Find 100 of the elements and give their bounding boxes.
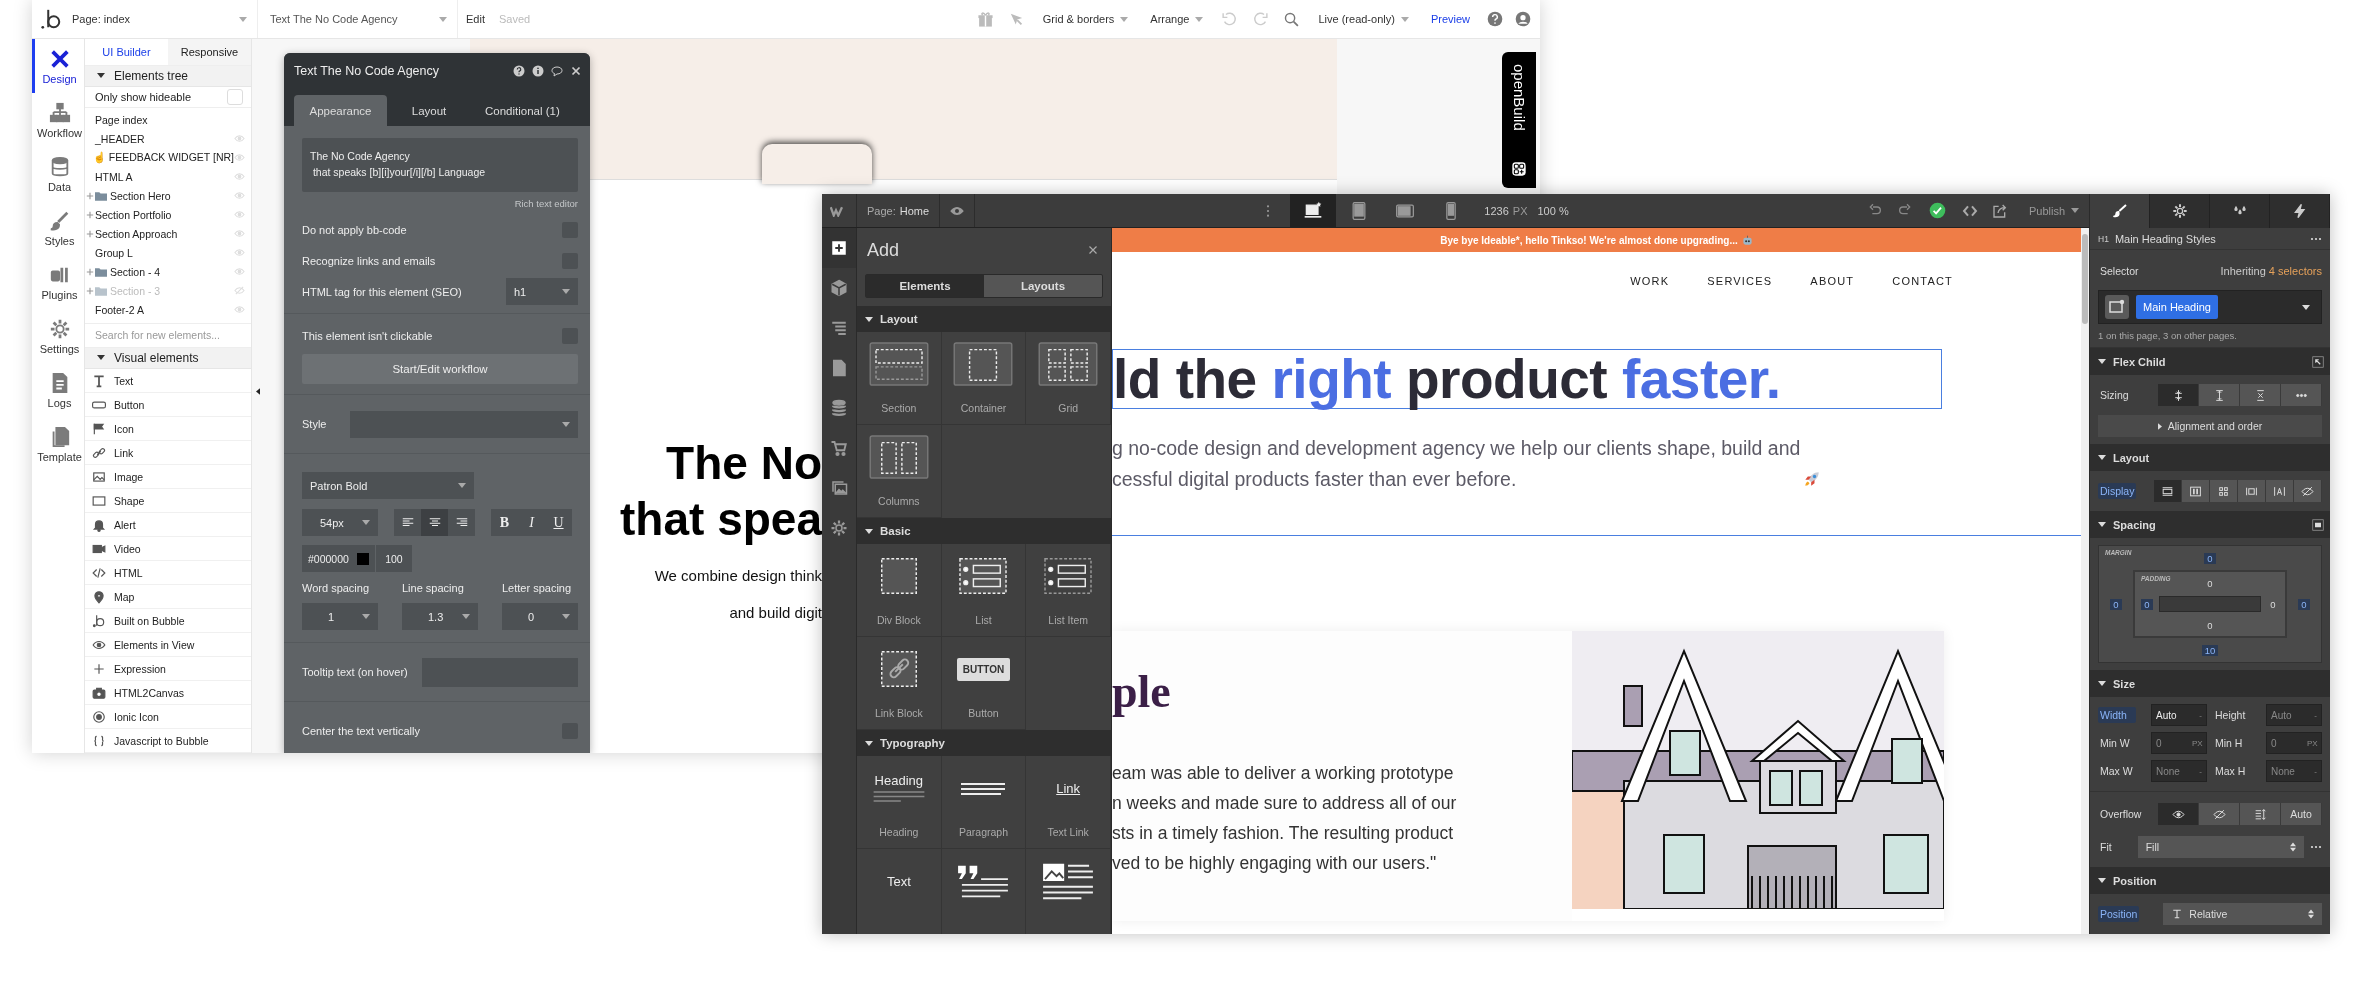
nav-link[interactable]: WORK	[1630, 275, 1670, 287]
element-list-item[interactable]: Expression	[85, 657, 251, 681]
element-tile[interactable]: Section	[857, 332, 942, 425]
section-header[interactable]: Visual elements	[85, 347, 251, 369]
size-field[interactable]: 0 PX	[2151, 732, 2207, 754]
element-tile[interactable]: Heading Heading	[857, 756, 942, 849]
workflow-button[interactable]: Start/Edit workflow	[302, 354, 578, 384]
plugin-badge[interactable]: openBuild	[1502, 52, 1536, 188]
padding-value[interactable]: 0	[2204, 577, 2216, 589]
size-field[interactable]: None -	[2266, 760, 2322, 782]
spacing-dropdown[interactable]: 1	[302, 603, 378, 630]
element-tile[interactable]: Div Block	[857, 544, 942, 637]
element-list-item[interactable]: Elements in View	[85, 633, 251, 657]
breakpoint-button[interactable]	[1290, 194, 1337, 227]
mode-dropdown[interactable]: Live (read-only)	[1310, 0, 1417, 38]
element-list-item[interactable]: Alert	[85, 513, 251, 537]
size-field[interactable]: Auto -	[2266, 704, 2322, 726]
element-tile[interactable]: BUTTON Button	[941, 637, 1027, 730]
element-tile[interactable]: Grid	[1026, 332, 1111, 425]
section-header[interactable]: Position	[2090, 867, 2330, 894]
padding-value[interactable]: 0	[2204, 619, 2216, 631]
sidebar-item[interactable]: Logs	[32, 363, 84, 417]
fit-dropdown[interactable]: Fill	[2137, 836, 2304, 858]
margin-value[interactable]: 0	[2204, 552, 2216, 564]
element-tile[interactable]: List	[941, 544, 1027, 637]
page-dropdown[interactable]: Page: index	[68, 0, 258, 38]
group-header[interactable]: Basic	[857, 518, 1111, 544]
element-tile[interactable]: Paragraph	[941, 756, 1027, 849]
tree-item[interactable]: Section Hero	[85, 186, 251, 206]
expand-icon[interactable]	[86, 191, 94, 200]
caret-down-icon[interactable]	[2302, 304, 2310, 310]
sidebar-item[interactable]: Data	[32, 147, 84, 201]
sidebar-item[interactable]: Settings	[32, 309, 84, 363]
tree-item[interactable]: Section Approach	[85, 224, 251, 244]
element-list-item[interactable]: HTML	[85, 561, 251, 585]
padding-value[interactable]: 0	[2267, 598, 2279, 610]
scrollbar-thumb[interactable]	[2082, 234, 2088, 324]
editor-tab[interactable]: Conditional (1)	[471, 95, 574, 126]
margin-value[interactable]: 10	[2201, 644, 2219, 656]
nav-link[interactable]: SERVICES	[1707, 275, 1773, 287]
checkbox[interactable]	[227, 89, 243, 106]
user-avatar-icon[interactable]	[1515, 11, 1531, 27]
size-input[interactable]: None	[2271, 765, 2307, 777]
panel-tab[interactable]: Layouts	[984, 275, 1102, 297]
margin-value[interactable]: 0	[2110, 598, 2122, 610]
opacity-field[interactable]: 100	[375, 545, 412, 572]
font-size-dropdown[interactable]: 54px	[302, 509, 378, 536]
panel-tab[interactable]	[2090, 194, 2150, 228]
spacing-dropdown[interactable]: 0	[502, 603, 578, 630]
expand-icon[interactable]	[86, 210, 94, 219]
element-list-item[interactable]: Map	[85, 585, 251, 609]
help-icon[interactable]	[513, 64, 525, 77]
box-icon[interactable]	[2312, 518, 2324, 531]
size-field[interactable]: Auto -	[2151, 704, 2207, 726]
display-option[interactable]	[2238, 480, 2266, 502]
text-content-field[interactable]: The No Code Agency that speaks [b][i]your[/i][/b] Language	[302, 138, 578, 192]
size-input[interactable]: Auto	[2156, 709, 2192, 721]
element-icon[interactable]	[2102, 295, 2132, 319]
class-chip[interactable]: Main Heading	[2136, 295, 2218, 319]
more-icon[interactable]	[2310, 845, 2322, 849]
align-center-button[interactable]	[421, 509, 448, 536]
element-list-item[interactable]: Icon	[85, 417, 251, 441]
tree-item[interactable]: Section Portfolio	[85, 205, 251, 225]
size-input[interactable]: 0	[2271, 737, 2307, 749]
sidebar-item[interactable]: Workflow	[32, 93, 84, 147]
check-circle-icon[interactable]	[1928, 202, 1946, 219]
color-field[interactable]: #000000	[302, 545, 376, 572]
tree-item[interactable]: Section - 4	[85, 262, 251, 282]
element-tile[interactable]: List Item	[1026, 544, 1111, 637]
expand-icon[interactable]	[86, 267, 94, 276]
element-list-item[interactable]: Video	[85, 537, 251, 561]
padding-value[interactable]: 0	[2141, 598, 2153, 610]
element-list-item[interactable]: HTML2Canvas	[85, 681, 251, 705]
element-tile[interactable]: Link Block	[857, 637, 942, 730]
spacing-dropdown[interactable]: 1.3	[402, 603, 478, 630]
element-dropdown[interactable]: Text The No Code Agency	[258, 0, 458, 38]
help-icon[interactable]	[1487, 11, 1503, 27]
export-icon[interactable]	[1991, 202, 2008, 219]
section-header[interactable]: Spacing	[2090, 511, 2330, 538]
overflow-option[interactable]	[2199, 803, 2240, 825]
size-input[interactable]: 0	[2156, 737, 2192, 749]
nav-link[interactable]: CONTACT	[1892, 275, 1953, 287]
page-selector[interactable]: Page: Home	[857, 194, 941, 227]
tree-item[interactable]: ☝ FEEDBACK WIDGET [NR]	[85, 148, 251, 168]
element-tile[interactable]: Columns	[857, 425, 942, 518]
margin-value[interactable]: 0	[2298, 598, 2310, 610]
panel-tab[interactable]: Elements	[866, 275, 984, 297]
close-icon[interactable]	[1087, 244, 1099, 256]
element-list-item[interactable]: Shape	[85, 489, 251, 513]
tree-item[interactable]: Group L	[85, 243, 251, 263]
group-header[interactable]: Layout	[857, 306, 1111, 332]
close-icon[interactable]	[570, 64, 582, 77]
element-list-item[interactable]: Link	[85, 441, 251, 465]
overflow-option[interactable]	[2240, 803, 2281, 825]
element-tile[interactable]: Container	[941, 332, 1027, 425]
section-header[interactable]: Elements tree	[85, 65, 251, 87]
arrow-box-icon[interactable]	[2312, 355, 2324, 368]
sizing-option[interactable]	[2158, 384, 2199, 406]
search-icon[interactable]	[1283, 10, 1301, 28]
overflow-option[interactable]: Auto	[2281, 803, 2322, 825]
